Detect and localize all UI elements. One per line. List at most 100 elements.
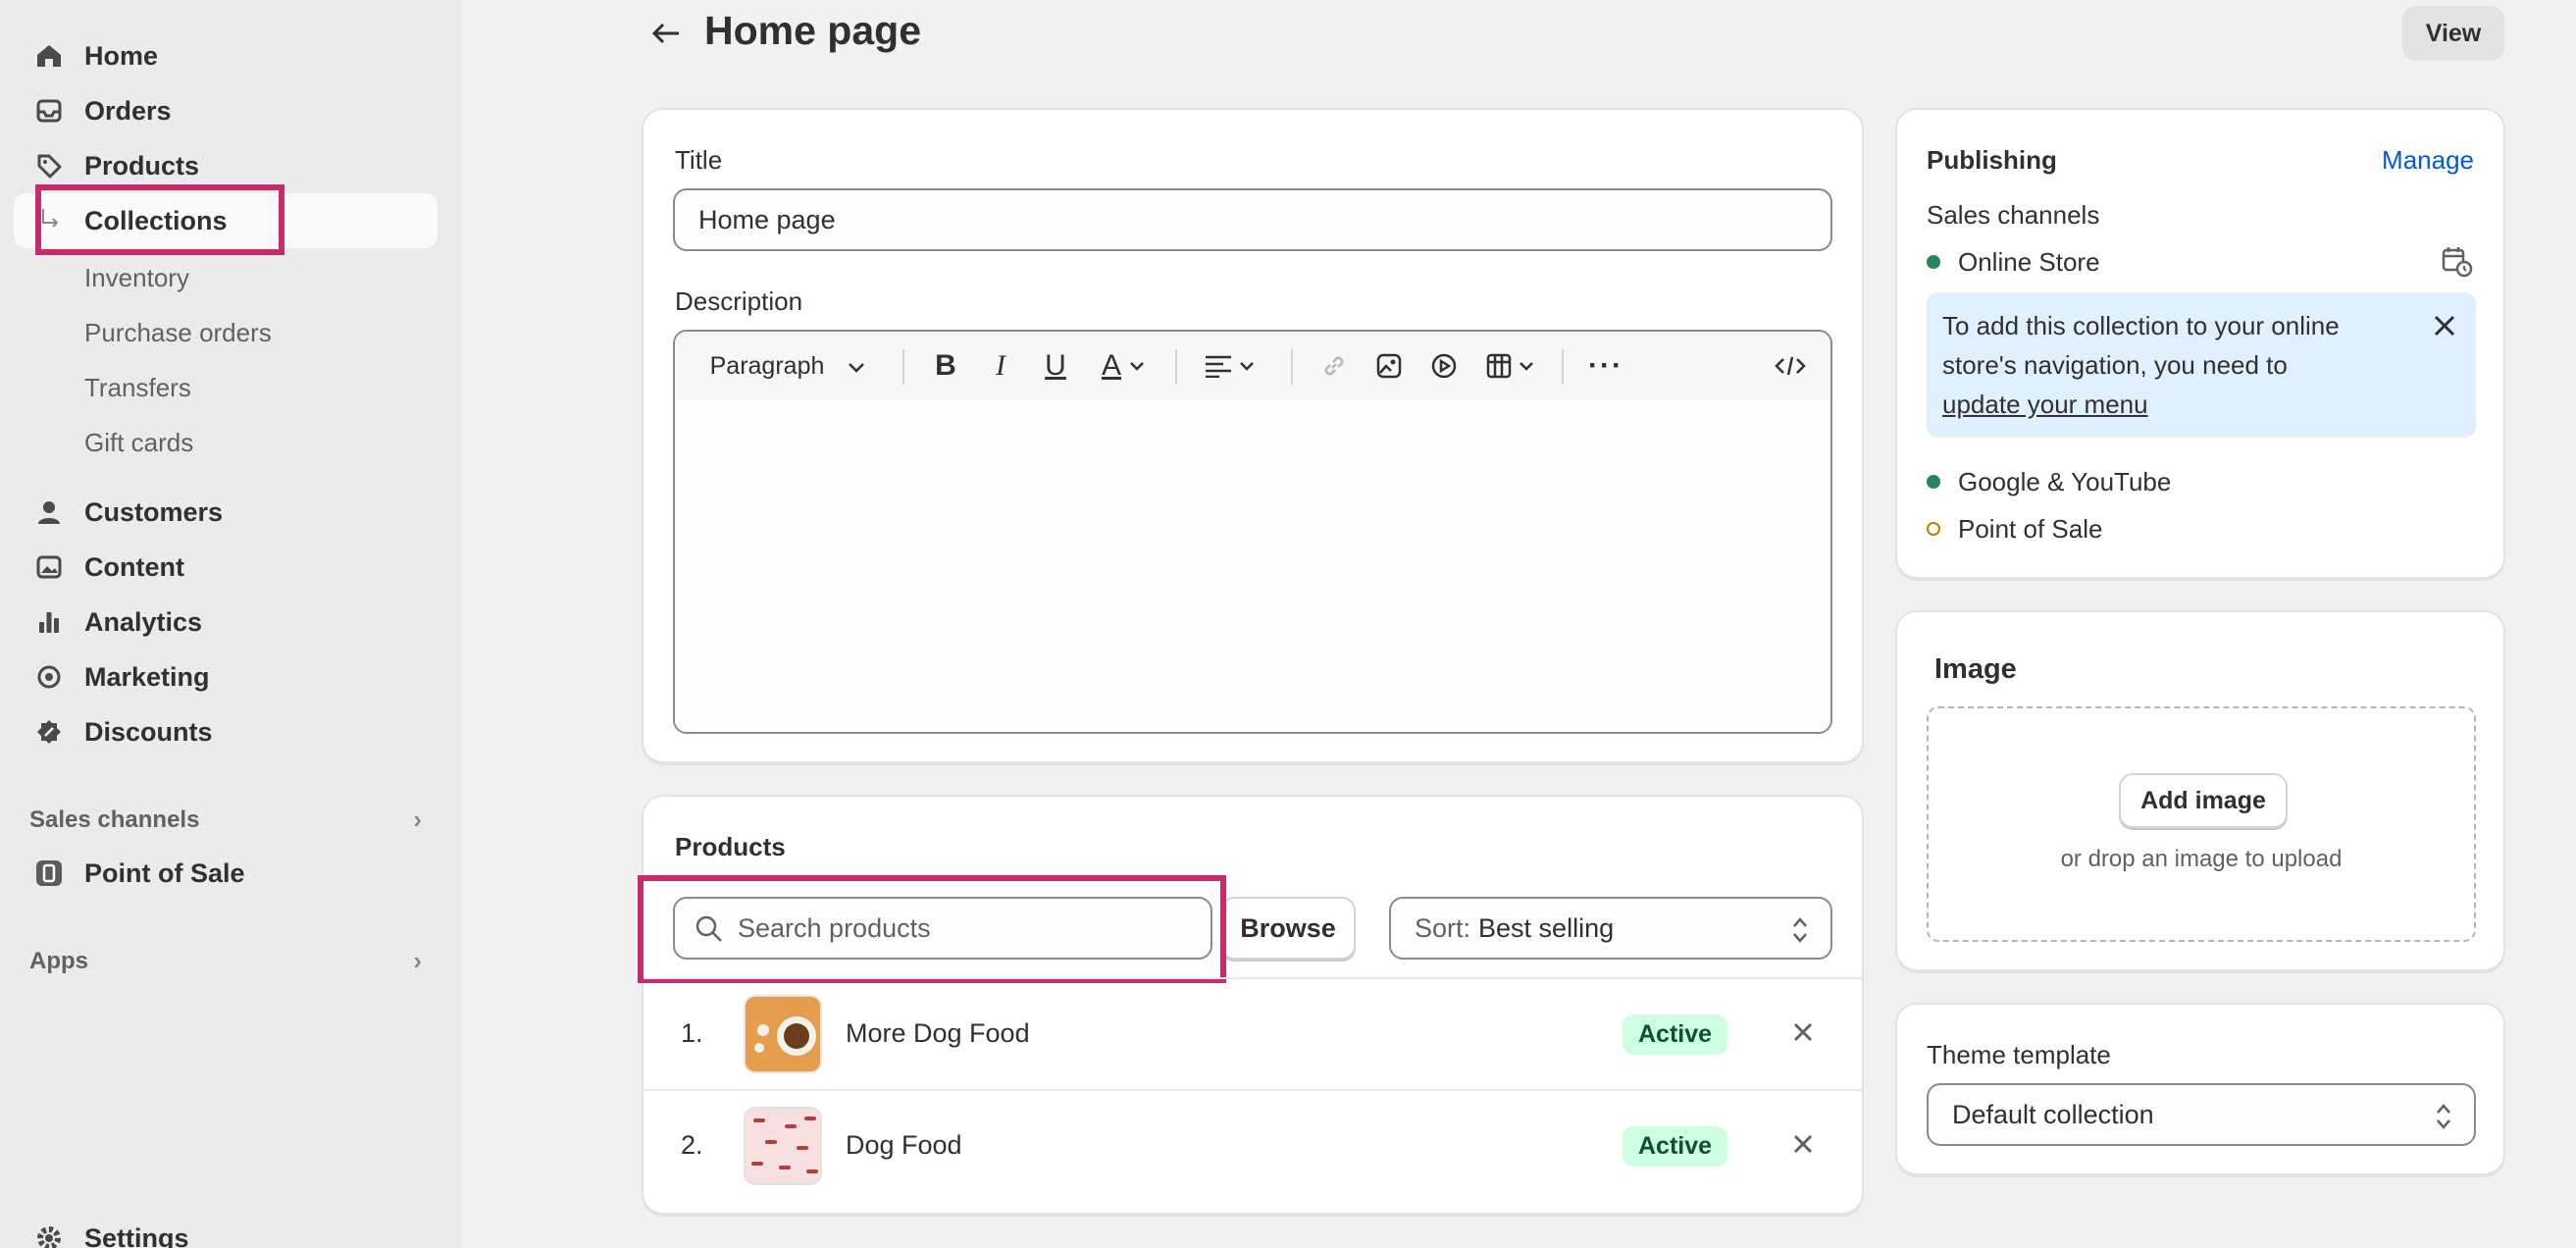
sidebar-item-analytics[interactable]: Analytics [14,595,438,650]
text-color-icon[interactable]: A [1091,332,1156,400]
products-card: Products Search products Browse Sort: Be… [638,795,1864,1215]
sidebar-item-transfers[interactable]: Transfers [84,373,191,403]
view-button[interactable]: View [2402,6,2504,61]
product-row[interactable]: 1. More Dog Food Active [644,979,1862,1089]
sidebar-item-label: Home [84,40,159,71]
sales-channels-heading: Sales channels [29,806,200,833]
remove-icon[interactable] [1791,1132,1815,1161]
back-arrow-icon[interactable] [651,14,687,53]
sidebar-item-orders[interactable]: Orders [14,83,438,138]
publishing-heading: Publishing [1927,145,2057,175]
close-icon[interactable] [2433,314,2456,342]
sidebar-item-settings[interactable]: Settings [14,1211,438,1248]
sidebar-item-label: Point of Sale [84,858,245,888]
paragraph-format-select[interactable]: Paragraph [695,332,881,400]
theme-template-value: Default collection [1952,1099,2154,1129]
sidebar-item-label: Content [84,551,184,582]
sidebar-item-label: Settings [84,1222,189,1248]
more-options-icon[interactable]: ··· [1581,332,1630,400]
sidebar-item-label: Analytics [84,606,203,637]
sidebar-item-label: Marketing [84,661,210,692]
editor-toolbar: Paragraph B I U A ··· [675,332,1830,400]
sidebar-item-customers[interactable]: Customers [14,485,438,540]
inbox-icon [33,95,65,127]
toolbar-divider [1562,349,1564,385]
insert-image-icon[interactable] [1367,332,1411,400]
insert-table-icon[interactable] [1477,332,1542,400]
discount-icon [33,716,65,748]
point-of-sale-channel: Point of Sale [1958,514,2103,544]
navigation-notice-banner: To add this collection to your online st… [1927,292,2476,438]
apps-section[interactable]: Apps › [29,946,422,976]
toolbar-divider [1291,349,1293,385]
update-menu-link[interactable]: update your menu [1942,390,2148,419]
italic-icon[interactable]: I [979,332,1022,400]
sidebar-item-marketing[interactable]: Marketing [14,650,438,704]
image-card: Image Add image or drop an image to uplo… [1895,610,2505,971]
title-label: Title [675,145,723,175]
remove-icon[interactable] [1791,1020,1815,1049]
code-view-icon[interactable] [1766,332,1815,400]
manage-link[interactable]: Manage [2382,145,2474,176]
person-icon [33,496,65,528]
description-label: Description [675,286,803,316]
search-placeholder: Search products [738,912,931,943]
bold-icon[interactable]: B [924,332,967,400]
link-icon[interactable] [1313,332,1356,400]
toolbar-divider [902,349,904,385]
image-dropzone[interactable]: Add image or drop an image to upload [1927,706,2476,942]
drop-hint: or drop an image to upload [2060,846,2343,872]
notice-text: To add this collection to your online st… [1942,311,2340,419]
publishing-card: Publishing Manage Sales channels Online … [1895,108,2505,579]
sidebar-item-gift-cards[interactable]: Gift cards [84,428,193,458]
google-youtube-status-dot [1927,475,1940,489]
product-thumbnail [744,1107,822,1185]
sidebar-item-inventory[interactable]: Inventory [84,263,189,293]
paragraph-label: Paragraph [709,351,825,380]
theme-template-select[interactable]: Default collection [1927,1083,2476,1146]
sidebar-item-discounts[interactable]: Discounts [14,704,438,759]
point-of-sale-status-dot [1927,522,1940,536]
chevron-right-icon: › [413,946,422,975]
apps-heading: Apps [29,947,88,974]
chevron-down-icon [848,352,865,381]
online-store-status-dot [1927,255,1940,269]
sidebar-item-point-of-sale[interactable]: Point of Sale [14,846,438,901]
google-youtube-channel: Google & YouTube [1958,467,2172,496]
select-arrows-icon [1791,914,1809,953]
description-editor-area[interactable] [675,400,1830,732]
page-title: Home page [704,8,921,53]
sales-channels-label: Sales channels [1927,200,2100,230]
title-input[interactable]: Home page [673,188,1832,251]
row-index: 2. [681,1130,703,1160]
insert-video-icon[interactable] [1422,332,1466,400]
gear-icon [33,1222,65,1248]
add-image-button[interactable]: Add image [2119,773,2288,828]
image-icon [33,551,65,583]
sidebar-item-content[interactable]: Content [14,540,438,595]
underline-icon[interactable]: U [1034,332,1077,400]
sort-select[interactable]: Sort: Best selling [1389,897,1832,960]
product-name[interactable]: More Dog Food [846,1018,1030,1049]
sidebar-item-purchase-orders[interactable]: Purchase orders [84,318,272,348]
sidebar-item-collections[interactable]: Collections [14,193,438,248]
product-thumbnail [744,995,822,1073]
sidebar-item-home[interactable]: Home [14,28,438,83]
bar-chart-icon [33,606,65,638]
sub-arrow-icon [33,205,65,236]
image-heading: Image [1934,653,2017,685]
product-name[interactable]: Dog Food [846,1130,962,1161]
rich-text-editor: Paragraph B I U A ··· [673,330,1832,734]
align-icon[interactable] [1195,332,1263,400]
target-icon [33,661,65,693]
browse-button[interactable]: Browse [1220,897,1356,960]
sales-channels-section[interactable]: Sales channels › [29,805,422,835]
tag-icon [33,150,65,182]
sidebar-item-label: Discounts [84,716,213,747]
chevron-right-icon: › [413,805,422,834]
sidebar-item-products[interactable]: Products [14,138,438,193]
product-row[interactable]: 2. Dog Food Active [644,1091,1862,1201]
search-products-input[interactable]: Search products [673,897,1212,960]
status-badge: Active [1623,1126,1728,1167]
schedule-calendar-icon[interactable] [2441,245,2474,284]
